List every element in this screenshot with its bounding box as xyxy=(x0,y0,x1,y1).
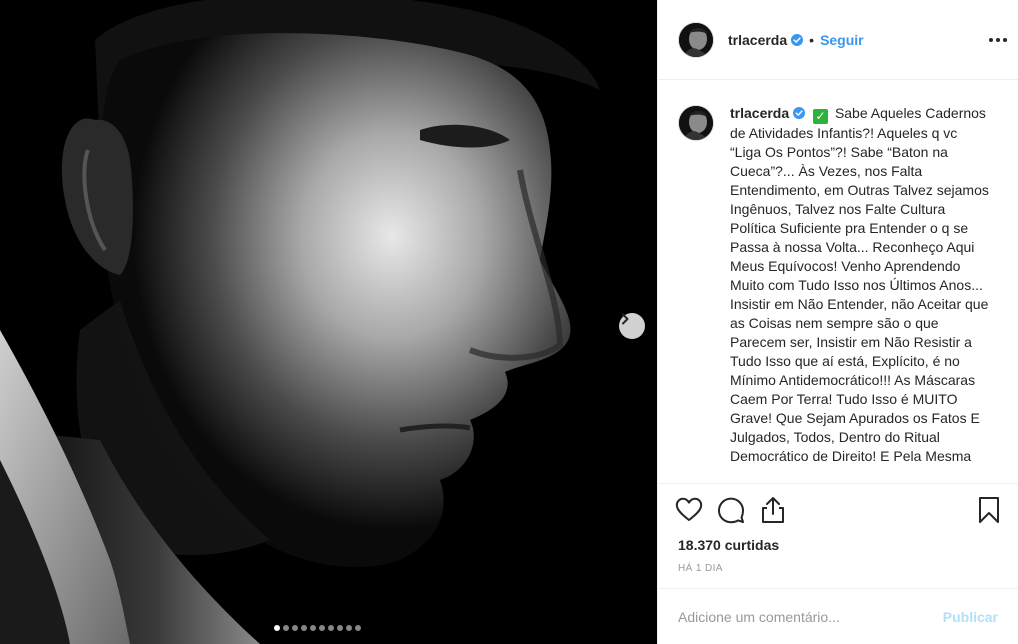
caption: trlacerda ✓ Sabe Aqueles Cadernos de Ati… xyxy=(658,80,1018,466)
check-mark-emoji-icon: ✓ xyxy=(813,109,829,124)
avatar-image xyxy=(679,106,713,140)
more-dot xyxy=(996,38,1000,42)
comment-input[interactable] xyxy=(678,608,943,625)
instagram-post: trlacerda • Seguir trlacerda ✓ Sabe Aque… xyxy=(0,0,1018,644)
like-heart-icon[interactable] xyxy=(674,495,704,525)
chevron-right-icon xyxy=(622,313,629,325)
separator-dot: • xyxy=(809,31,815,48)
bookmark-save-icon[interactable] xyxy=(974,495,1004,525)
carousel-dot xyxy=(283,625,289,631)
header-username[interactable]: trlacerda xyxy=(728,32,787,48)
carousel-dot xyxy=(337,625,343,631)
carousel-dot xyxy=(346,625,352,631)
carousel-dot xyxy=(319,625,325,631)
post-timestamp[interactable]: HÁ 1 DIA xyxy=(678,563,723,574)
verified-badge-icon xyxy=(791,33,804,46)
caption-body: Sabe Aqueles Cadernos de Atividades Infa… xyxy=(730,105,989,464)
caption-avatar[interactable] xyxy=(678,105,714,141)
carousel-dot xyxy=(274,625,280,631)
carousel-dot xyxy=(301,625,307,631)
comment-bubble-icon[interactable] xyxy=(716,495,746,525)
follow-button[interactable]: Seguir xyxy=(820,32,864,48)
comment-form: Publicar xyxy=(658,588,1018,644)
caption-text-block: trlacerda ✓ Sabe Aqueles Cadernos de Ati… xyxy=(730,104,992,466)
action-bar xyxy=(674,495,1004,529)
avatar-image xyxy=(679,22,713,57)
profile-photo xyxy=(0,0,657,644)
verified-badge-icon xyxy=(793,107,806,119)
post-media[interactable] xyxy=(0,0,657,644)
carousel-dot xyxy=(355,625,361,631)
more-dot xyxy=(1003,38,1007,42)
comments-scroll-area[interactable]: trlacerda ✓ Sabe Aqueles Cadernos de Ati… xyxy=(658,80,1018,484)
carousel-dot xyxy=(328,625,334,631)
publish-button[interactable]: Publicar xyxy=(943,609,998,625)
post-header: trlacerda • Seguir xyxy=(658,0,1018,80)
carousel-dot xyxy=(310,625,316,631)
carousel-dot xyxy=(292,625,298,631)
avatar[interactable] xyxy=(678,21,714,58)
post-sidebar: trlacerda • Seguir trlacerda ✓ Sabe Aque… xyxy=(657,0,1018,644)
likes-count[interactable]: 18.370 curtidas xyxy=(678,537,779,553)
share-upload-icon[interactable] xyxy=(758,495,788,525)
next-slide-button[interactable] xyxy=(619,313,645,339)
more-options-button[interactable] xyxy=(988,30,1008,50)
carousel-indicator xyxy=(274,625,361,631)
more-dot xyxy=(989,38,993,42)
caption-username[interactable]: trlacerda xyxy=(730,105,789,121)
